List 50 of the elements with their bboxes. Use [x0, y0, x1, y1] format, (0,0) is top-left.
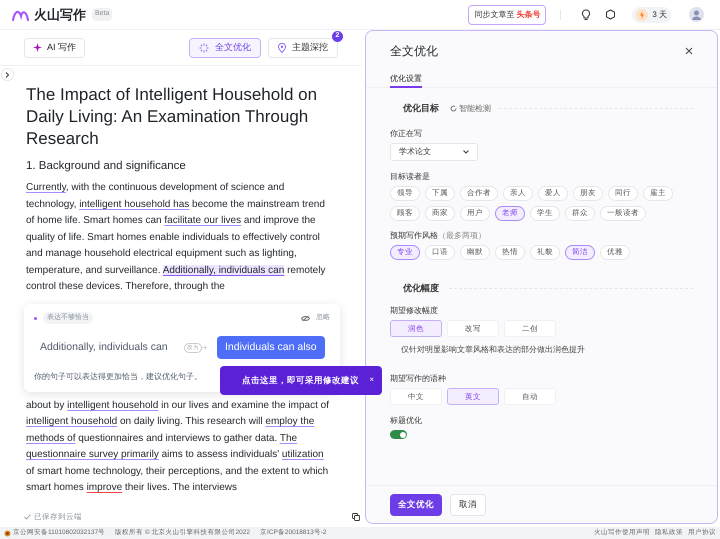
eye-off-icon: [301, 314, 310, 322]
section-heading: 1. Background and significance: [26, 159, 187, 174]
check-icon: [24, 514, 31, 520]
sync-button[interactable]: 同步文章至 头条号: [468, 4, 546, 24]
document-type-dropdown[interactable]: 学术论文: [390, 142, 478, 160]
hint-text: 仅针对明显影响文章风格和表达的部分做出润色提升: [401, 344, 586, 356]
app-name: 火山写作: [34, 6, 86, 24]
lightning-icon: [636, 8, 648, 20]
close-icon: [685, 47, 693, 55]
chevron-down-icon: [463, 150, 469, 154]
detect-button[interactable]: 智能检测: [459, 102, 491, 115]
title-optimize-toggle[interactable]: [390, 430, 407, 439]
avatar-icon[interactable]: [689, 7, 704, 22]
field-label: 预期写作风格（最多两项）: [390, 230, 487, 242]
replacement-button[interactable]: Individuals can also: [217, 336, 325, 360]
sparkle-icon: [33, 43, 42, 52]
hexagon-icon[interactable]: [605, 9, 616, 20]
tooltip-text: 点击这里，即可采用修改建议: [242, 374, 359, 387]
location-pin-icon: [278, 42, 286, 52]
sparkle-burst-icon: [199, 42, 209, 52]
expand-button[interactable]: [1, 68, 14, 81]
field-label: 你正在写: [390, 128, 423, 140]
field-label: 目标读者是: [390, 170, 431, 182]
ai-write-button[interactable]: AI 写作: [24, 38, 86, 58]
field-label: 期望修改幅度: [390, 305, 439, 317]
copy-icon[interactable]: [352, 513, 360, 521]
close-button[interactable]: ×: [369, 374, 374, 386]
arrow-icon: [202, 345, 207, 350]
field-label: 标题优化: [390, 415, 423, 427]
bulb-icon[interactable]: [581, 8, 592, 20]
section-title: 优化幅度: [403, 282, 439, 294]
tab[interactable]: 优化设置: [390, 71, 422, 88]
section-title: 优化目标: [403, 102, 439, 115]
close-button[interactable]: [685, 47, 693, 55]
paragraph-text: about by intelligent household in our lives and examine the impact of intelligent household on daily living. This research will employ the methods of questionnaires and interviews to gather data. The questionnaire survey primarily aims to assess individuals' utilization of smart home technology, their perceptions, and the extent to which smart homes improve their lives. The interviews: [26, 398, 330, 496]
cancel-button[interactable]: 取消: [450, 494, 486, 516]
toolbar-button[interactable]: 全文优化: [189, 38, 261, 58]
paragraph-text: Currently, with the continuous development of science and technology, intelligent household has become the mainstream trend of home life. Smart homes can facilitate our lives and improve the quality of life. Smart homes enable individuals to effectively control and manage household electrical equipment such as lighting, temperature, and surveillance. Additionally, individuals can remotely control these devices. Therefore, through the: [26, 181, 326, 294]
suggestion-explanation: 你的句子可以表达得更加恰当，建议优化句子。: [34, 371, 202, 384]
chevron-right-icon: [5, 72, 10, 78]
original-text: Additionally, individuals can: [40, 340, 169, 355]
police-badge-icon: [4, 530, 11, 536]
document-title: The Impact of Intelligent Household on Daily Living: An Examination Through Research: [26, 84, 318, 150]
days-badge[interactable]: 3 天: [632, 6, 671, 22]
toolbar-button[interactable]: 主题深挖: [268, 38, 338, 58]
days-text: 3 天: [652, 8, 667, 20]
panel-title: 全文优化: [390, 43, 438, 60]
field-label: 期望写作的语种: [390, 373, 447, 385]
refresh-icon: [450, 105, 457, 112]
optimize-button[interactable]: 全文优化: [390, 494, 442, 516]
